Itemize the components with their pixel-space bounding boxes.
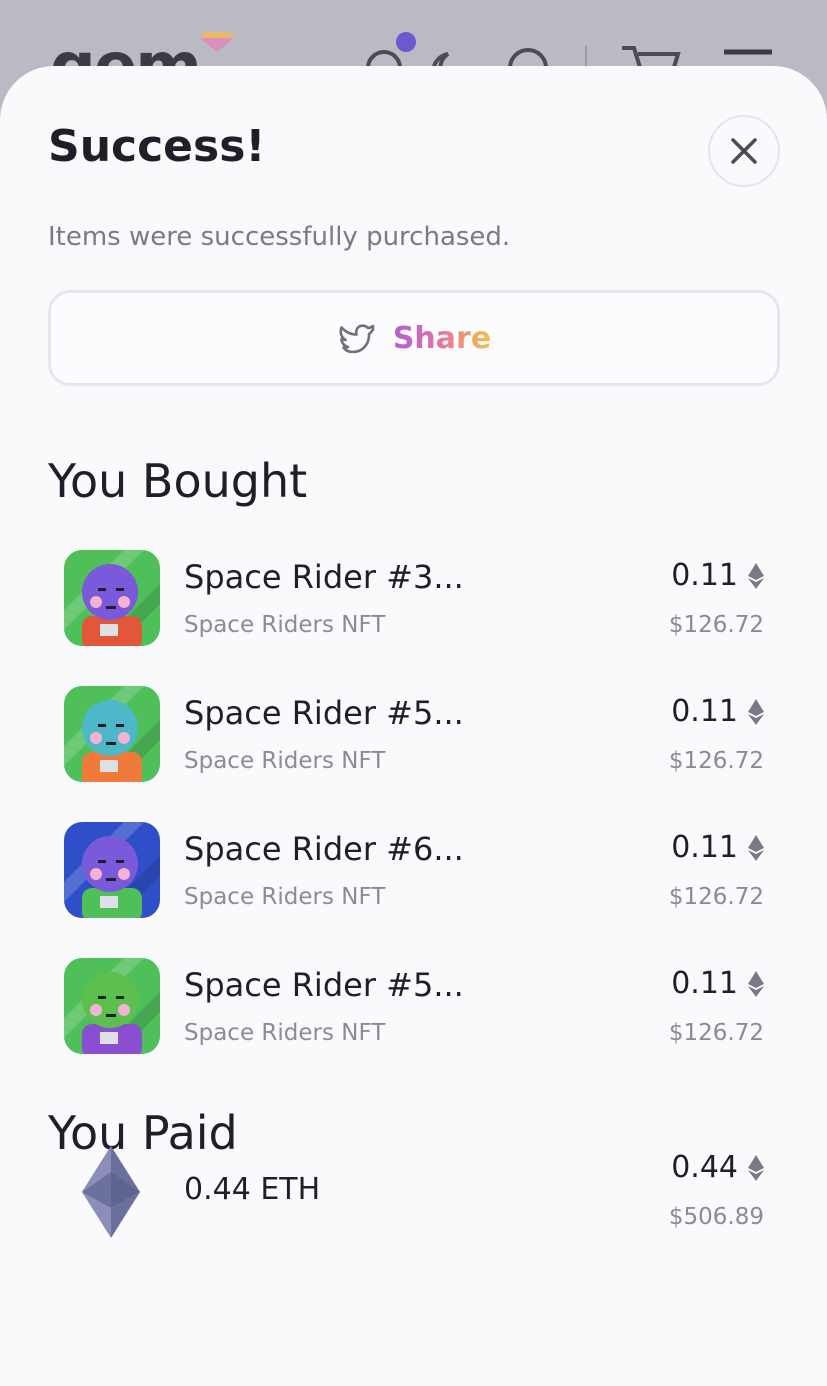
space-rider-avatar-icon [64,550,160,646]
ethereum-icon [748,834,764,861]
nft-thumbnail [64,958,160,1054]
item-name: Space Rider #5... [184,694,464,732]
item-price: 0.11 [671,966,764,1001]
item-price: 0.11 [671,830,764,865]
paid-row: 0.44 ETH 0.44 $506.89 [64,1142,764,1242]
item-price-value: 0.11 [671,830,738,865]
item-collection: Space Riders NFT [184,884,386,910]
item-collection: Space Riders NFT [184,1020,386,1046]
item-name: Space Rider #3... [184,558,464,596]
share-button[interactable]: Share [48,290,780,386]
item-collection: Space Riders NFT [184,748,386,774]
item-price-value: 0.11 [671,694,738,729]
close-icon [731,138,757,164]
nft-thumbnail [64,686,160,782]
modal-subtitle: Items were successfully purchased. [48,222,511,252]
you-bought-heading: You Bought [48,454,308,508]
nft-thumbnail [64,822,160,918]
nft-thumbnail [64,550,160,646]
close-button[interactable] [708,115,780,187]
space-rider-avatar-icon [64,822,160,918]
twitter-icon [339,324,375,354]
space-rider-avatar-icon [64,958,160,1054]
modal-title: Success! [48,121,266,172]
space-rider-avatar-icon [64,686,160,782]
list-item[interactable]: Space Rider #6... Space Riders NFT 0.11 … [64,822,764,918]
item-price-value: 0.11 [671,966,738,1001]
list-item[interactable]: Space Rider #5... Space Riders NFT 0.11 … [64,686,764,782]
list-item[interactable]: Space Rider #5... Space Riders NFT 0.11 … [64,958,764,1054]
item-usd-value: $126.72 [668,884,764,910]
ethereum-icon [748,562,764,589]
list-item[interactable]: Space Rider #3... Space Riders NFT 0.11 … [64,550,764,646]
paid-price-value: 0.44 [671,1150,738,1185]
item-collection: Space Riders NFT [184,612,386,638]
item-name: Space Rider #6... [184,830,464,868]
ethereum-icon [82,1146,140,1238]
item-usd-value: $126.72 [668,612,764,638]
ethereum-icon [748,1154,764,1181]
item-name: Space Rider #5... [184,966,464,1004]
paid-usd-value: $506.89 [668,1204,764,1230]
paid-price: 0.44 [671,1150,764,1185]
share-label: Share [392,320,492,356]
gem-logo-icon [200,32,234,52]
ethereum-icon [748,970,764,997]
item-usd-value: $126.72 [668,748,764,774]
item-price-value: 0.11 [671,558,738,593]
paid-currency-label: 0.44 ETH [184,1172,321,1207]
item-price: 0.11 [671,558,764,593]
ethereum-icon [748,698,764,725]
item-usd-value: $126.72 [668,1020,764,1046]
success-modal: Success! Items were successfully purchas… [0,66,827,1386]
item-price: 0.11 [671,694,764,729]
